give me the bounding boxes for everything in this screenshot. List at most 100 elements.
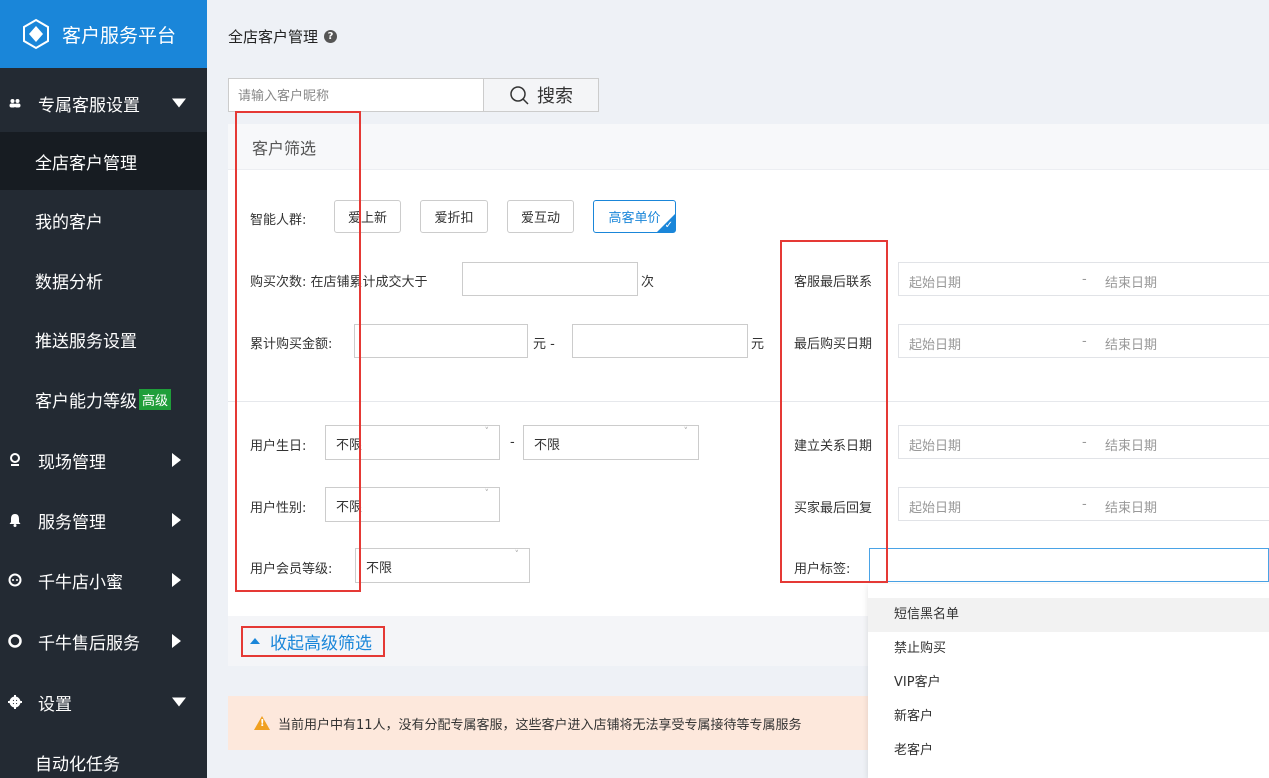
amount-unit: 元 - bbox=[533, 337, 555, 352]
member-level-select[interactable]: 不限 ˅ bbox=[355, 548, 530, 583]
warning-alert: ! 当前用户中有11人，没有分配专属客服，这些客户进入店铺将无法享受专属接待等专… bbox=[228, 696, 878, 750]
tag-option[interactable]: 老客户 bbox=[868, 734, 1269, 768]
sidebar-item-exclusive-service[interactable]: 专属客服设置 bbox=[0, 74, 207, 132]
gender-select[interactable]: 不限 ˅ bbox=[325, 487, 500, 522]
crowd-tag-label: 爱互动 bbox=[520, 211, 560, 226]
select-value: 不限 bbox=[366, 561, 393, 576]
gender-label: 用户性别: bbox=[250, 501, 307, 516]
sidebar-item-settings[interactable]: 设置 bbox=[0, 673, 207, 731]
sidebar-item-onsite[interactable]: 现场管理 bbox=[0, 431, 207, 489]
help-icon[interactable]: ? bbox=[324, 30, 338, 43]
date-start: 起始日期 bbox=[909, 338, 962, 353]
birthday-from-select[interactable]: 不限 ˅ bbox=[325, 425, 500, 460]
crowd-tag-new[interactable]: 爱上新 bbox=[334, 200, 401, 233]
sidebar-item-label: 千牛售后服务 bbox=[38, 633, 140, 654]
chevron-down-icon: ˅ bbox=[683, 427, 689, 437]
collapse-label: 收起高级筛选 bbox=[270, 633, 372, 654]
circle-icon bbox=[8, 634, 22, 648]
date-label-relation: 建立关系日期 bbox=[794, 439, 873, 454]
member-level-label: 用户会员等级: bbox=[250, 562, 333, 577]
birthday-to-select[interactable]: 不限 ˅ bbox=[523, 425, 699, 460]
sidebar-item-label: 推送服务设置 bbox=[35, 331, 137, 352]
purchase-count-label: 购买次数: 在店铺累计成交大于 bbox=[250, 275, 428, 290]
search-bar: 搜索 bbox=[228, 78, 599, 112]
select-value: 不限 bbox=[336, 438, 363, 453]
users-icon bbox=[8, 96, 22, 110]
chevron-down-icon: ˅ bbox=[484, 489, 490, 499]
amount-max-input[interactable] bbox=[572, 324, 748, 358]
sidebar-item-label: 数据分析 bbox=[35, 272, 103, 293]
search-input[interactable] bbox=[228, 78, 484, 112]
logo-icon bbox=[23, 18, 49, 50]
date-end: 结束日期 bbox=[1105, 439, 1158, 454]
alert-text: 当前用户中有11人，没有分配专属客服，这些客户进入店铺将无法享受专属接待等专属服… bbox=[278, 717, 802, 733]
sidebar-item-label: 我的客户 bbox=[35, 212, 103, 233]
birthday-label: 用户生日: bbox=[250, 439, 307, 454]
date-start: 起始日期 bbox=[909, 439, 962, 454]
brand-title: 客户服务平台 bbox=[62, 24, 177, 47]
crowd-tag-label: 爱上新 bbox=[347, 211, 387, 226]
sidebar-item-service[interactable]: 服务管理 bbox=[0, 491, 207, 549]
chevron-down-icon: ˅ bbox=[514, 550, 520, 560]
select-value: 不限 bbox=[534, 438, 561, 453]
search-button[interactable]: 搜索 bbox=[484, 78, 599, 112]
sidebar-item-label: 服务管理 bbox=[38, 512, 106, 533]
advanced-badge: 高级 bbox=[139, 388, 172, 410]
caret-down-icon bbox=[172, 697, 186, 707]
date-range-relation[interactable]: 起始日期 - 结束日期 bbox=[898, 425, 1269, 459]
sidebar-item-automation[interactable]: 自动化任务 bbox=[0, 733, 207, 778]
user-tag-input[interactable] bbox=[869, 548, 1269, 582]
caret-down-icon bbox=[172, 98, 186, 108]
date-end: 结束日期 bbox=[1105, 501, 1158, 516]
check-icon: ✓ bbox=[664, 220, 673, 231]
purchase-count-input[interactable] bbox=[462, 262, 638, 296]
date-dash: - bbox=[1082, 435, 1087, 450]
location-icon bbox=[8, 453, 22, 467]
chevron-down-icon: ˅ bbox=[484, 427, 490, 437]
sidebar-item-label: 自动化任务 bbox=[35, 754, 120, 775]
sidebar-item-data-analysis[interactable]: 数据分析 bbox=[0, 251, 207, 309]
crowd-tag-interact[interactable]: 爱互动 bbox=[507, 200, 574, 233]
date-label-last-purchase: 最后购买日期 bbox=[794, 337, 873, 352]
page-title: 全店客户管理 ? bbox=[228, 26, 338, 47]
date-dash: - bbox=[1082, 334, 1087, 349]
crowd-tag-discount[interactable]: 爱折扣 bbox=[420, 200, 488, 233]
date-label-last-reply: 买家最后回复 bbox=[794, 501, 873, 516]
date-range-last-reply[interactable]: 起始日期 - 结束日期 bbox=[898, 487, 1269, 521]
tag-option[interactable]: 短信黑名单 bbox=[868, 598, 1269, 632]
date-range-last-contact[interactable]: 起始日期 - 结束日期 bbox=[898, 262, 1269, 296]
amount-unit: 元 bbox=[751, 337, 765, 352]
sidebar-item-label: 千牛店小蜜 bbox=[38, 572, 123, 593]
birthday-dash: - bbox=[510, 435, 515, 450]
sidebar: 客户服务平台 专属客服设置 全店客户管理 我的客户 数据分析 推送服务设置 客户… bbox=[0, 0, 207, 778]
user-tag-label: 用户标签: bbox=[794, 562, 851, 577]
sidebar-item-label: 现场管理 bbox=[38, 452, 106, 473]
select-value: 不限 bbox=[336, 500, 363, 515]
tag-option[interactable]: VIP客户 bbox=[868, 666, 1269, 700]
date-dash: - bbox=[1082, 272, 1087, 287]
crowd-label: 智能人群: bbox=[250, 213, 307, 228]
crowd-tag-high-value[interactable]: 高客单价 ✓ bbox=[593, 200, 676, 233]
search-button-label: 搜索 bbox=[537, 86, 573, 107]
page-title-text: 全店客户管理 bbox=[228, 28, 319, 46]
sidebar-item-xiaomi[interactable]: 千牛店小蜜 bbox=[0, 551, 207, 609]
tag-option[interactable]: 新客户 bbox=[868, 700, 1269, 734]
sidebar-item-store-customers[interactable]: 全店客户管理 bbox=[0, 132, 207, 190]
user-tag-dropdown: 短信黑名单 禁止购买 VIP客户 新客户 老客户 bbox=[868, 584, 1269, 778]
search-icon bbox=[510, 86, 529, 105]
sidebar-item-push-settings[interactable]: 推送服务设置 bbox=[0, 310, 207, 368]
date-range-last-purchase[interactable]: 起始日期 - 结束日期 bbox=[898, 324, 1269, 358]
amount-min-input[interactable] bbox=[354, 324, 528, 358]
sidebar-item-capability-level[interactable]: 客户能力等级 高级 bbox=[0, 370, 207, 428]
date-dash: - bbox=[1082, 497, 1087, 512]
sidebar-item-aftersales[interactable]: 千牛售后服务 bbox=[0, 612, 207, 670]
sidebar-item-my-customers[interactable]: 我的客户 bbox=[0, 191, 207, 249]
crowd-tag-label: 爱折扣 bbox=[434, 211, 474, 226]
tag-option[interactable]: 禁止购买 bbox=[868, 632, 1269, 666]
date-end: 结束日期 bbox=[1105, 276, 1158, 291]
caret-up-icon bbox=[250, 638, 260, 644]
filter-heading: 客户筛选 bbox=[228, 124, 1269, 170]
brand[interactable]: 客户服务平台 bbox=[0, 0, 207, 68]
section-divider bbox=[228, 401, 1269, 402]
sidebar-item-label: 客户能力等级 bbox=[35, 391, 137, 412]
